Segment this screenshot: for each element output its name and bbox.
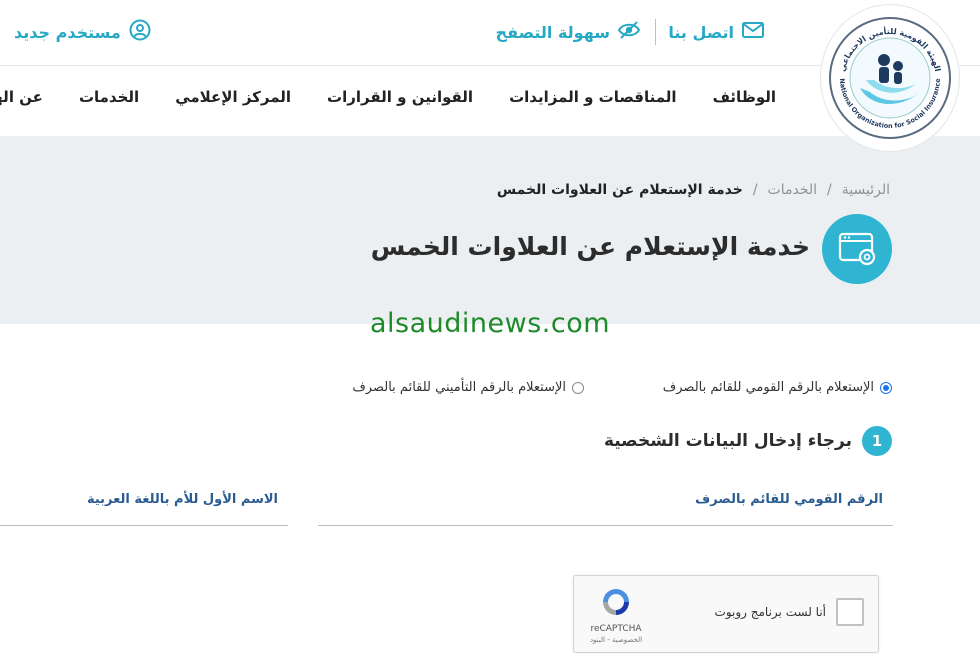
radio-insurance-number-label: الإستعلام بالرقم التأميني للقائم بالصرف xyxy=(352,380,566,395)
step-number-badge: 1 xyxy=(862,426,892,456)
nav-item-media-center[interactable]: المركز الإعلامي xyxy=(175,88,291,106)
new-user-link[interactable]: مستخدم جديد xyxy=(14,18,151,46)
breadcrumb-home[interactable]: الرئيسية xyxy=(842,182,890,198)
recaptcha-widget: أنا لست برنامج روبوت reCAPTCHA الخصوصية … xyxy=(573,575,879,653)
breadcrumb-separator: / xyxy=(752,182,758,198)
national-id-field-label: الرقم القومي للقائم بالصرف xyxy=(695,492,883,507)
breadcrumb-current: خدمة الإستعلام عن العلاوات الخمس xyxy=(496,182,743,198)
recaptcha-logo: reCAPTCHA الخصوصية - البنود xyxy=(584,586,648,644)
radio-national-id-circle[interactable] xyxy=(880,381,892,394)
nav-item-laws[interactable]: القوانين و القرارات xyxy=(327,88,473,106)
eye-slash-icon xyxy=(617,21,641,43)
recaptcha-brand: reCAPTCHA xyxy=(590,624,642,634)
topbar-divider xyxy=(655,19,656,45)
recaptcha-label: أنا لست برنامج روبوت xyxy=(714,605,826,619)
organization-logo[interactable]: الهيئة القومية للتأمين الاجتماعي Nationa… xyxy=(820,4,960,152)
mother-name-field[interactable]: الاسم الأول للأم باللغة العربية xyxy=(0,476,288,526)
accessibility-link[interactable]: سهولة التصفح xyxy=(495,18,641,46)
national-id-field[interactable]: الرقم القومي للقائم بالصرف xyxy=(318,476,893,526)
page-title: خدمة الإستعلام عن العلاوات الخمس xyxy=(370,232,810,261)
mail-icon xyxy=(742,22,764,42)
radio-insurance-number[interactable]: الإستعلام بالرقم التأميني للقائم بالصرف xyxy=(352,380,584,395)
contact-us-link[interactable]: اتصل بنا xyxy=(668,18,764,46)
breadcrumb: الرئيسية / الخدمات / خدمة الإستعلام عن ا… xyxy=(497,182,890,198)
recaptcha-icon xyxy=(599,589,633,622)
accessibility-label: سهولة التصفح xyxy=(495,22,610,42)
radio-national-id[interactable]: الإستعلام بالرقم القومي للقائم بالصرف xyxy=(663,380,892,395)
contact-us-label: اتصل بنا xyxy=(668,22,734,42)
radio-insurance-number-circle[interactable] xyxy=(572,381,584,394)
nav-item-services[interactable]: الخدمات xyxy=(79,88,139,106)
service-settings-icon xyxy=(822,214,892,284)
breadcrumb-services[interactable]: الخدمات xyxy=(768,182,818,198)
nav-item-tenders[interactable]: المناقصات و المزايدات xyxy=(509,88,676,106)
site-watermark: alsaudinews.com xyxy=(370,308,611,339)
recaptcha-checkbox[interactable] xyxy=(836,598,864,626)
mother-name-field-label: الاسم الأول للأم باللغة العربية xyxy=(86,492,278,507)
new-user-label: مستخدم جديد xyxy=(14,22,121,42)
breadcrumb-separator: / xyxy=(827,182,832,198)
radio-national-id-label: الإستعلام بالرقم القومي للقائم بالصرف xyxy=(662,380,874,395)
step-title: برجاء إدخال البيانات الشخصية xyxy=(603,431,852,451)
nav-item-about[interactable]: عن الهيئة xyxy=(0,88,43,106)
recaptcha-links[interactable]: الخصوصية - البنود xyxy=(584,636,648,644)
nav-item-jobs[interactable]: الوظائف xyxy=(713,88,776,106)
step-header: 1 برجاء إدخال البيانات الشخصية xyxy=(604,426,892,456)
page-hero: الرئيسية / الخدمات / خدمة الإستعلام عن ا… xyxy=(0,136,980,324)
user-circle-icon xyxy=(129,19,151,45)
